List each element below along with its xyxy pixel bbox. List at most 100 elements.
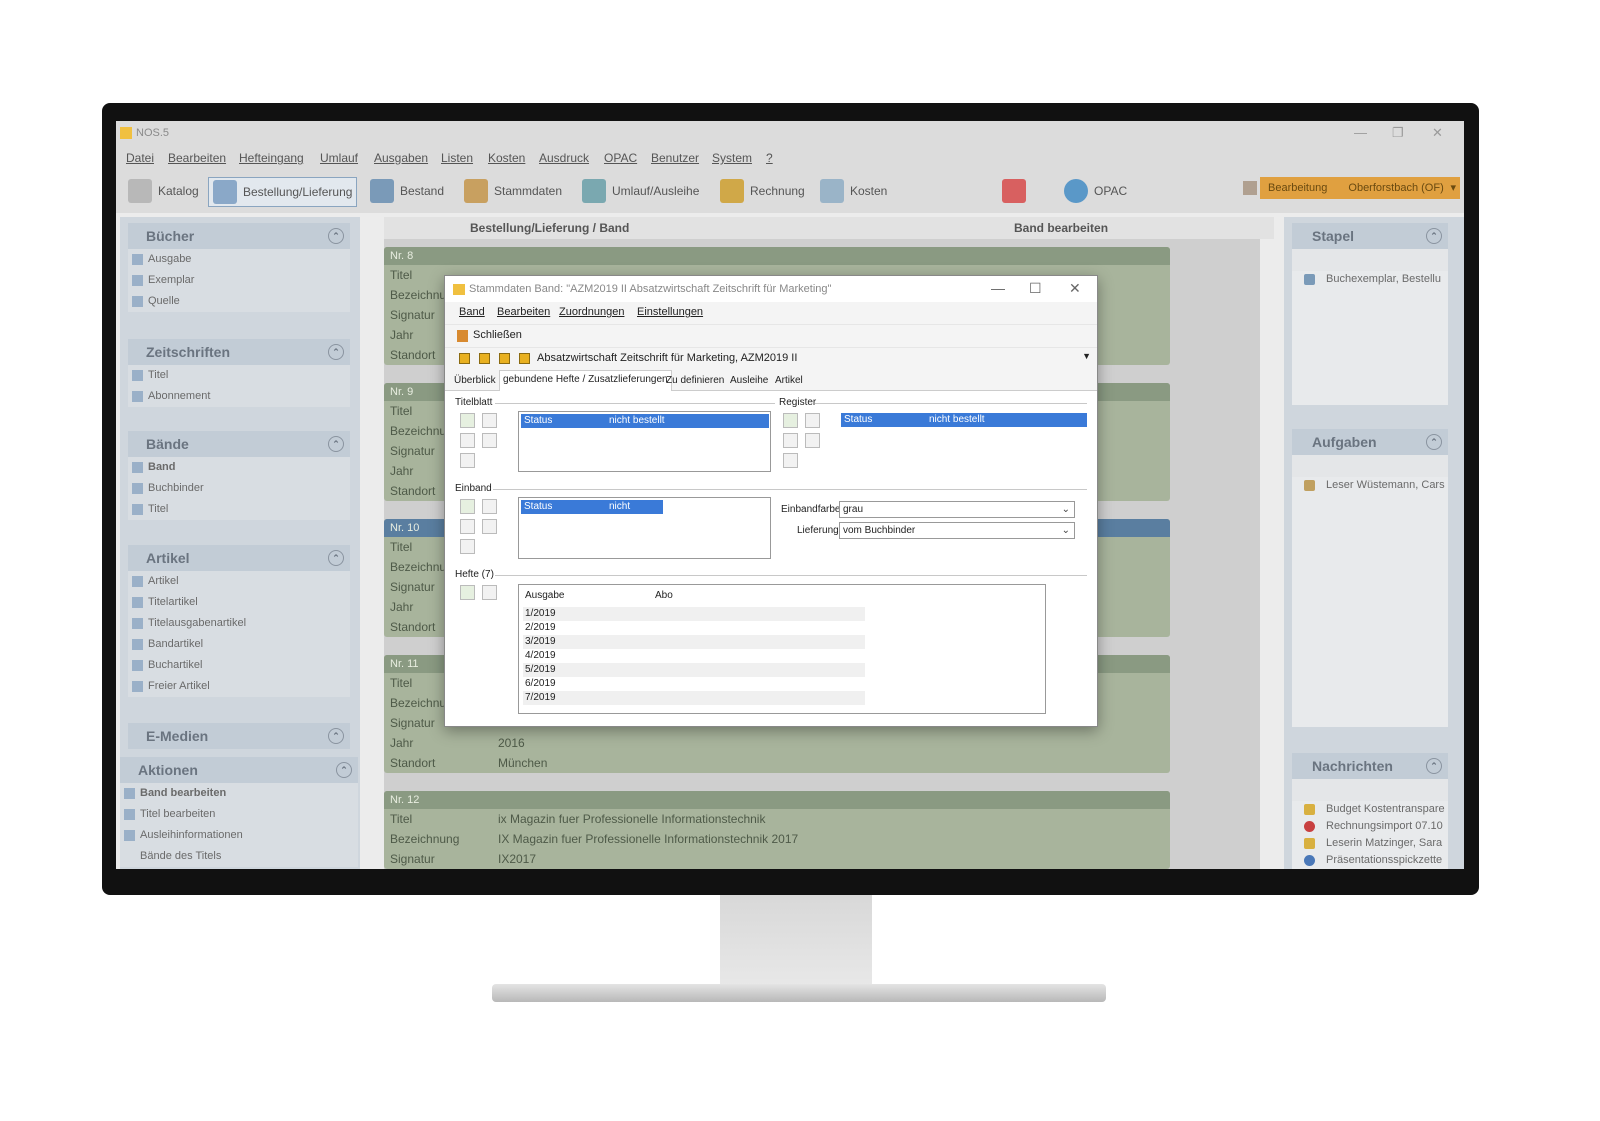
register-status-row[interactable]: Status nicht bestellt bbox=[841, 413, 1087, 427]
dialog-menu-band[interactable]: Band bbox=[459, 306, 485, 318]
add-icon[interactable] bbox=[460, 413, 475, 428]
toolbar-bestellung[interactable]: Bestellung/Lieferung bbox=[208, 177, 358, 207]
nav-titelartikel[interactable]: Titelartikel bbox=[128, 592, 350, 613]
action-band-bearbeiten[interactable]: Band bearbeiten bbox=[120, 783, 358, 804]
section-header[interactable]: Artikel ⌃ bbox=[128, 545, 350, 571]
mode-location-selector[interactable]: Bearbeitung Oberforstbach (OF) ▾ bbox=[1260, 177, 1460, 199]
minimize-button[interactable]: — bbox=[1354, 125, 1367, 140]
play-icon[interactable] bbox=[805, 413, 820, 428]
nav-quelle[interactable]: Quelle bbox=[128, 291, 350, 312]
menu-ausgaben[interactable]: Ausgaben bbox=[374, 151, 428, 165]
nachrichten-list[interactable]: Budget Kostentranspare Rechnungsimport 0… bbox=[1292, 801, 1448, 869]
menu-help[interactable]: ? bbox=[766, 151, 773, 165]
previous-record-icon[interactable] bbox=[479, 353, 490, 364]
section-header[interactable]: Bücher ⌃ bbox=[128, 223, 350, 249]
toolbar-opac[interactable]: OPAC bbox=[1064, 177, 1127, 205]
delete-icon[interactable] bbox=[482, 585, 497, 600]
dialog-minimize-button[interactable]: — bbox=[991, 280, 1005, 296]
play-icon[interactable] bbox=[482, 413, 497, 428]
section-header[interactable]: E-Medien ⌃ bbox=[128, 723, 350, 749]
column-header-ausgabe[interactable]: Ausgabe bbox=[525, 585, 564, 607]
menu-system[interactable]: System bbox=[712, 151, 752, 165]
titelblatt-list[interactable]: Status nicht bestellt bbox=[518, 411, 771, 472]
menu-kosten[interactable]: Kosten bbox=[488, 151, 525, 165]
nav-zs-titel[interactable]: Titel bbox=[128, 365, 350, 386]
nav-band[interactable]: Band bbox=[128, 457, 350, 478]
close-dialog-button[interactable]: Schließen bbox=[473, 329, 522, 341]
hefte-table[interactable]: Ausgabe Abo 1/2019 2/2019 3/2019 4/2019 … bbox=[518, 584, 1046, 714]
section-header[interactable]: Bände ⌃ bbox=[128, 431, 350, 457]
up-icon[interactable] bbox=[482, 519, 497, 534]
tab-gebundene-hefte[interactable]: gebundene Hefte / Zusatzlieferungen bbox=[499, 370, 672, 391]
home-icon[interactable] bbox=[1243, 181, 1257, 195]
tab-ausleihe[interactable]: Ausleihe bbox=[727, 372, 771, 390]
nav-bandartikel[interactable]: Bandartikel bbox=[128, 634, 350, 655]
menu-opac[interactable]: OPAC bbox=[604, 151, 637, 165]
table-row[interactable]: 1/2019 bbox=[523, 607, 865, 621]
last-record-icon[interactable] bbox=[519, 353, 530, 364]
nav-buchbinder[interactable]: Buchbinder bbox=[128, 478, 350, 499]
delete-icon[interactable] bbox=[783, 453, 798, 468]
edit-icon[interactable] bbox=[783, 433, 798, 448]
collapse-icon[interactable]: ⌃ bbox=[328, 550, 344, 566]
first-record-icon[interactable] bbox=[459, 353, 470, 364]
menu-ausdruck[interactable]: Ausdruck bbox=[539, 151, 589, 165]
collapse-icon[interactable]: ⌃ bbox=[1426, 758, 1442, 774]
dialog-menu-zuordnungen[interactable]: Zuordnungen bbox=[559, 306, 624, 318]
up-icon[interactable] bbox=[482, 433, 497, 448]
next-record-icon[interactable] bbox=[499, 353, 510, 364]
dialog-close-button[interactable]: ✕ bbox=[1069, 280, 1081, 297]
einband-list[interactable]: Status nicht bestellt bbox=[518, 497, 771, 559]
stapel-list[interactable]: Buchexemplar, Bestellu bbox=[1292, 271, 1448, 405]
column-header-abo[interactable]: Abo bbox=[655, 585, 673, 607]
menu-bearbeiten[interactable]: Bearbeiten bbox=[168, 151, 226, 165]
table-row[interactable]: 7/2019 bbox=[523, 691, 865, 705]
action-titel-bearbeiten[interactable]: Titel bearbeiten bbox=[120, 804, 358, 825]
table-row[interactable]: 5/2019 bbox=[523, 663, 865, 677]
play-icon[interactable] bbox=[482, 499, 497, 514]
menu-umlauf[interactable]: Umlauf bbox=[320, 151, 358, 165]
section-header[interactable]: Nachrichten ⌃ bbox=[1292, 753, 1448, 779]
dialog-maximize-button[interactable]: ☐ bbox=[1029, 280, 1042, 297]
list-item[interactable]: Präsentationsspickzette bbox=[1292, 852, 1448, 869]
nav-artikel[interactable]: Artikel bbox=[128, 571, 350, 592]
collapse-icon[interactable]: ⌃ bbox=[328, 228, 344, 244]
einbandfarbe-select[interactable]: grau ⌄ bbox=[839, 501, 1075, 518]
nav-band-titel[interactable]: Titel bbox=[128, 499, 350, 520]
toolbar-rechnung[interactable]: Rechnung bbox=[720, 177, 805, 205]
list-item[interactable]: Buchexemplar, Bestellu bbox=[1292, 271, 1448, 288]
toolbar-stammdaten[interactable]: Stammdaten bbox=[464, 177, 562, 205]
section-header[interactable]: Aufgaben ⌃ bbox=[1292, 429, 1448, 455]
list-item[interactable]: Leserin Matzinger, Sara bbox=[1292, 835, 1448, 852]
action-ausleihinformationen[interactable]: Ausleihinformationen bbox=[120, 825, 358, 846]
add-icon[interactable] bbox=[460, 585, 475, 600]
tab-ueberblick[interactable]: Überblick bbox=[451, 372, 499, 390]
nav-titelausgabenartikel[interactable]: Titelausgabenartikel bbox=[128, 613, 350, 634]
nav-buchartikel[interactable]: Buchartikel bbox=[128, 655, 350, 676]
close-button[interactable]: ✕ bbox=[1432, 125, 1443, 141]
toolbar-bestand[interactable]: Bestand bbox=[370, 177, 444, 205]
volume-card[interactable]: Nr. 12 Titel ix Magazin fuer Professionel… bbox=[384, 791, 1170, 869]
section-header[interactable]: Aktionen ⌃ bbox=[120, 757, 358, 783]
record-dropdown-icon[interactable]: ▼ bbox=[1082, 351, 1091, 361]
up-icon[interactable] bbox=[805, 433, 820, 448]
lieferung-select[interactable]: vom Buchbinder ⌄ bbox=[839, 522, 1075, 539]
toolbar-umlauf[interactable]: Umlauf/Ausleihe bbox=[582, 177, 699, 205]
dialog-menu-bearbeiten[interactable]: Bearbeiten bbox=[497, 306, 550, 318]
collapse-icon[interactable]: ⌃ bbox=[328, 728, 344, 744]
tab-artikel[interactable]: Artikel bbox=[772, 372, 806, 390]
titelblatt-status-row[interactable]: Status nicht bestellt bbox=[521, 414, 769, 428]
add-icon[interactable] bbox=[783, 413, 798, 428]
menu-hefteingang[interactable]: Hefteingang bbox=[239, 151, 304, 165]
delete-icon[interactable] bbox=[460, 539, 475, 554]
delete-icon[interactable] bbox=[460, 453, 475, 468]
collapse-icon[interactable]: ⌃ bbox=[328, 436, 344, 452]
table-row[interactable]: 4/2019 bbox=[523, 649, 865, 663]
list-item[interactable]: Rechnungsimport 07.10 bbox=[1292, 818, 1448, 835]
section-header[interactable]: Stapel ⌃ bbox=[1292, 223, 1448, 249]
add-icon[interactable] bbox=[460, 499, 475, 514]
nav-ausgabe[interactable]: Ausgabe bbox=[128, 249, 350, 270]
collapse-icon[interactable]: ⌃ bbox=[1426, 228, 1442, 244]
edit-icon[interactable] bbox=[460, 519, 475, 534]
menu-datei[interactable]: Datei bbox=[126, 151, 154, 165]
